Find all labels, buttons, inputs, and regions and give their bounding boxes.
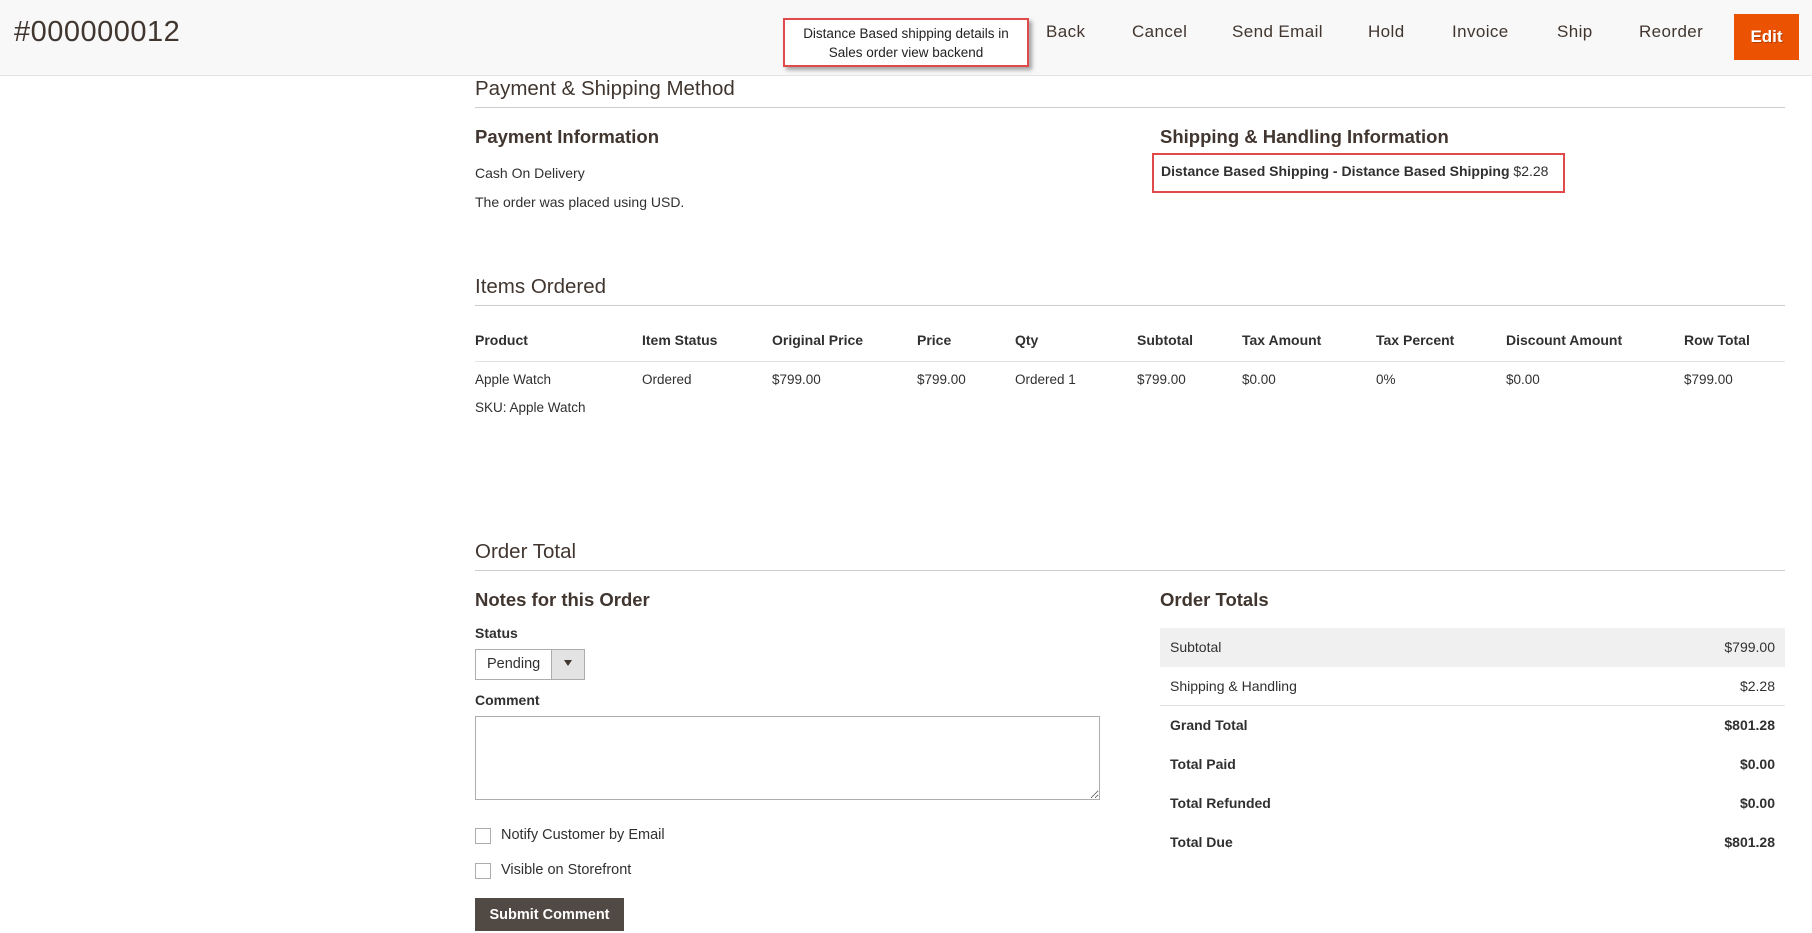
shipping-method-name: Distance Based Shipping - Distance Based…	[1161, 163, 1510, 179]
totals-label: Grand Total	[1170, 717, 1248, 733]
section-divider	[475, 570, 1785, 571]
payment-info-title: Payment Information	[475, 126, 659, 147]
column-header: Item Status	[642, 332, 718, 348]
totals-row-shipping: Shipping & Handling $2.28	[1160, 667, 1785, 706]
back-button[interactable]: Back	[1046, 22, 1085, 42]
shipping-method-highlight: Distance Based Shipping - Distance Based…	[1152, 153, 1565, 193]
totals-row-subtotal: Subtotal $799.00	[1160, 628, 1785, 667]
notes-title: Notes for this Order	[475, 589, 650, 610]
totals-value: $2.28	[1739, 678, 1775, 694]
item-status: Ordered	[642, 372, 692, 387]
tax-percent: 0%	[1376, 372, 1396, 387]
totals-label: Total Paid	[1170, 756, 1236, 772]
product-sku: SKU: Apple Watch	[475, 400, 586, 415]
section-divider	[475, 107, 1785, 108]
order-total-section-title: Order Total	[475, 540, 577, 563]
section-divider	[475, 305, 1785, 306]
totals-value: $801.28	[1724, 834, 1775, 850]
discount-amount: $0.00	[1506, 372, 1540, 387]
table-header-divider	[475, 361, 1785, 362]
shipping-method-amount: $2.28	[1513, 163, 1549, 179]
row-total: $799.00	[1684, 372, 1733, 387]
payment-method: Cash On Delivery	[475, 165, 585, 181]
visible-storefront-checkbox[interactable]	[475, 863, 491, 879]
column-header: Product	[475, 332, 528, 348]
comment-label: Comment	[475, 692, 540, 708]
annotation-callout: Distance Based shipping details in Sales…	[783, 18, 1029, 67]
invoice-button[interactable]: Invoice	[1452, 22, 1509, 42]
shipping-info-title: Shipping & Handling Information	[1160, 126, 1449, 147]
reorder-button[interactable]: Reorder	[1639, 22, 1703, 42]
order-totals-table: Subtotal $799.00 Shipping & Handling $2.…	[1160, 628, 1785, 862]
column-header: Original Price	[772, 332, 864, 348]
ship-button[interactable]: Ship	[1557, 22, 1593, 42]
status-select-value: Pending	[487, 656, 541, 672]
totals-label: Shipping & Handling	[1170, 678, 1297, 694]
order-number-title: #000000012	[14, 16, 181, 48]
totals-value: $801.28	[1724, 717, 1775, 733]
submit-comment-button[interactable]: Submit Comment	[475, 898, 624, 931]
edit-button[interactable]: Edit	[1734, 14, 1799, 60]
status-select[interactable]: Pending	[475, 649, 585, 680]
product-name: Apple Watch	[475, 372, 552, 387]
status-label: Status	[475, 625, 518, 641]
tax-amount: $0.00	[1242, 372, 1276, 387]
items-ordered-section-title: Items Ordered	[475, 275, 607, 298]
column-header: Row Total	[1684, 332, 1750, 348]
qty: Ordered 1	[1015, 372, 1076, 387]
notify-customer-checkbox[interactable]	[475, 828, 491, 844]
column-header: Qty	[1015, 332, 1039, 348]
column-header: Tax Amount	[1242, 332, 1322, 348]
cancel-button[interactable]: Cancel	[1132, 22, 1187, 42]
totals-value: $799.00	[1724, 639, 1775, 655]
column-header: Tax Percent	[1376, 332, 1455, 348]
chevron-down-icon	[564, 660, 572, 666]
visible-storefront-label[interactable]: Visible on Storefront	[501, 862, 631, 878]
totals-row-total-due: Total Due $801.28	[1160, 823, 1785, 862]
subtotal: $799.00	[1137, 372, 1186, 387]
column-header: Subtotal	[1137, 332, 1193, 348]
comment-textarea[interactable]	[475, 716, 1100, 800]
totals-label: Subtotal	[1170, 639, 1222, 655]
order-totals-title: Order Totals	[1160, 589, 1269, 610]
send-email-button[interactable]: Send Email	[1232, 22, 1323, 42]
notify-customer-label[interactable]: Notify Customer by Email	[501, 827, 665, 843]
column-header: Discount Amount	[1506, 332, 1623, 348]
totals-value: $0.00	[1739, 756, 1775, 772]
price: $799.00	[917, 372, 966, 387]
totals-row-grand-total: Grand Total $801.28	[1160, 706, 1785, 745]
hold-button[interactable]: Hold	[1368, 22, 1405, 42]
currency-note: The order was placed using USD.	[475, 194, 685, 210]
payment-shipping-section-title: Payment & Shipping Method	[475, 77, 735, 100]
totals-value: $0.00	[1739, 795, 1775, 811]
dropdown-arrow[interactable]	[551, 650, 584, 679]
totals-label: Total Refunded	[1170, 795, 1271, 811]
totals-row-total-paid: Total Paid $0.00	[1160, 745, 1785, 784]
totals-label: Total Due	[1170, 834, 1233, 850]
column-header: Price	[917, 332, 952, 348]
totals-row-total-refunded: Total Refunded $0.00	[1160, 784, 1785, 823]
original-price: $799.00	[772, 372, 821, 387]
